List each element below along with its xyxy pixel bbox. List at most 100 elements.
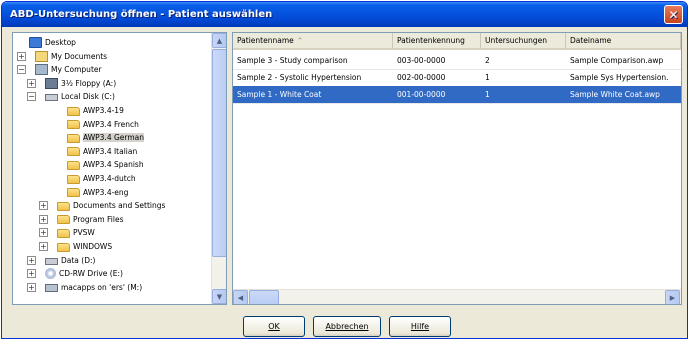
tree-item-label: Data (D:) xyxy=(61,255,96,265)
tree-expander-icon[interactable]: + xyxy=(17,51,26,61)
tree-item[interactable]: AWP3.4-dutch xyxy=(67,172,136,185)
tree-item[interactable]: macapps on 'ers' (M:) xyxy=(45,281,142,294)
tree-expander-icon[interactable]: + xyxy=(27,78,36,88)
column-header-name[interactable]: Patientenname ⌃ xyxy=(233,33,393,50)
tree-item-label: PVSW xyxy=(73,228,95,238)
table-cell-id: 003-00-0000 xyxy=(397,56,446,65)
tree-item-label: Documents and Settings xyxy=(73,201,166,211)
folder-icon xyxy=(67,120,80,130)
scroll-left-icon[interactable]: ◀ xyxy=(233,290,248,304)
tree-item-label: AWP3.4 French xyxy=(83,119,139,129)
scroll-right-icon[interactable]: ▶ xyxy=(665,290,680,304)
table-cell-file: Sample Comparison.awp xyxy=(570,56,664,65)
patient-list[interactable]: Patientenname ⌃ Patientenkennung Untersuc… xyxy=(232,32,682,305)
folder-icon xyxy=(67,174,80,184)
computer-icon xyxy=(35,64,48,76)
desktop-icon xyxy=(29,37,42,48)
tree-item[interactable]: AWP3.4 German xyxy=(67,131,145,144)
tree-item[interactable]: AWP3.4-19 xyxy=(67,104,124,117)
cd-icon xyxy=(45,268,56,280)
tree-item-label: Local Disk (C:) xyxy=(61,92,115,102)
tree-expander-icon[interactable]: + xyxy=(39,214,48,224)
tree-item[interactable]: 3½ Floppy (A:) xyxy=(45,77,116,90)
tree-item[interactable]: AWP3.4 French xyxy=(67,118,139,131)
tree-item[interactable]: Data (D:) xyxy=(45,254,95,267)
tree-item[interactable]: CD-RW Drive (E:) xyxy=(45,267,123,280)
tree-item[interactable]: Desktop xyxy=(29,36,76,49)
folder-icon xyxy=(67,106,80,116)
tree-item-label: WINDOWS xyxy=(73,242,113,251)
folder-icon xyxy=(67,147,80,157)
table-cell-id: 001-00-0000 xyxy=(397,90,446,99)
tree-expander-icon[interactable]: + xyxy=(27,282,36,292)
tree-item[interactable]: Program Files xyxy=(57,213,124,226)
cancel-button[interactable]: Abbrechen xyxy=(313,316,381,337)
table-cell-count: 1 xyxy=(485,73,490,82)
folder-icon xyxy=(67,188,80,198)
close-button[interactable]: ✕ xyxy=(664,5,683,24)
floppy-icon xyxy=(45,77,58,89)
tree-expander-icon[interactable]: + xyxy=(27,255,36,265)
scroll-down-icon[interactable]: ▼ xyxy=(212,289,226,304)
tree-item-label: 3½ Floppy (A:) xyxy=(61,78,117,88)
tree-expander-icon[interactable]: + xyxy=(39,201,48,211)
table-cell-name: Sample 1 - White Coat xyxy=(237,90,322,99)
documents-icon xyxy=(35,50,48,62)
tree-item-label: AWP3.4-dutch xyxy=(83,174,136,183)
column-header-count[interactable]: Untersuchungen xyxy=(481,33,566,50)
tree-item-label: Program Files xyxy=(73,214,124,224)
tree-item-label: My Documents xyxy=(51,51,108,61)
tree-expander-icon[interactable]: + xyxy=(27,269,36,279)
drive-icon xyxy=(45,94,58,102)
ok-button[interactable]: OK xyxy=(243,316,305,337)
vertical-scrollbar[interactable]: ▲ ▼ xyxy=(211,33,226,304)
tree-expander-icon[interactable]: + xyxy=(39,228,48,238)
tree-item[interactable]: My Computer xyxy=(35,63,102,76)
folder-icon xyxy=(57,201,70,211)
tree-item[interactable]: AWP3.4-eng xyxy=(67,186,128,199)
table-row[interactable]: Sample 2 - Systolic Hypertension 002-00-0… xyxy=(233,69,681,86)
tree-item[interactable]: PVSW xyxy=(57,226,95,239)
table-cell-id: 002-00-0000 xyxy=(397,73,446,82)
tree-item-label: My Computer xyxy=(51,65,102,75)
tree-item-label: macapps on 'ers' (M:) xyxy=(61,282,143,292)
tree-item-label: AWP3.4 German xyxy=(83,133,145,143)
column-header-id[interactable]: Patientenkennung xyxy=(393,33,481,50)
tree-item[interactable]: AWP3.4 Spanish xyxy=(67,158,144,171)
help-button[interactable]: Hilfe xyxy=(389,316,451,337)
tree-expander-icon[interactable]: − xyxy=(27,92,36,102)
network-drive-icon xyxy=(45,284,58,293)
table-cell-name: Sample 2 - Systolic Hypertension xyxy=(237,73,362,82)
dialog-window: ABD-Untersuchung öffnen - Patient auswäh… xyxy=(1,1,688,339)
column-header-file[interactable]: Dateiname xyxy=(566,33,681,50)
folder-tree[interactable]: Desktop + My Documents − My Computer +3½ Flop… xyxy=(12,32,227,305)
folder-icon xyxy=(67,133,80,143)
tree-item[interactable]: My Documents xyxy=(35,50,107,63)
table-cell-count: 2 xyxy=(485,56,490,65)
tree-expander-icon[interactable]: − xyxy=(17,65,26,75)
table-row[interactable]: Sample 3 - Study comparison 003-00-0000 2 S… xyxy=(233,52,681,69)
folder-icon xyxy=(57,215,70,225)
horizontal-scroll-thumb[interactable] xyxy=(249,290,279,304)
table-cell-file: Sample Sys Hypertension. xyxy=(570,73,669,82)
tree-item-label: AWP3.4 Spanish xyxy=(83,160,144,170)
tree-item[interactable]: AWP3.4 Italian xyxy=(67,145,137,158)
tree-item[interactable]: Local Disk (C:) xyxy=(45,90,115,103)
folder-icon xyxy=(57,242,70,252)
tree-expander-icon[interactable]: + xyxy=(39,242,48,251)
horizontal-scrollbar[interactable]: ◀ ▶ xyxy=(233,289,681,304)
folder-icon xyxy=(57,228,70,238)
folder-icon xyxy=(67,160,80,170)
tree-item[interactable]: Documents and Settings xyxy=(57,199,165,212)
scroll-up-icon[interactable]: ▲ xyxy=(212,33,226,48)
tree-item-label: Desktop xyxy=(45,38,76,47)
row-divider xyxy=(233,103,681,104)
tree-item[interactable]: WINDOWS xyxy=(57,240,112,253)
vertical-scroll-thumb[interactable] xyxy=(212,49,226,257)
tree-item-label: CD-RW Drive (E:) xyxy=(59,269,123,279)
tree-item-label: AWP3.4-eng xyxy=(83,187,129,197)
drive-icon xyxy=(45,257,58,265)
tree-item-label: AWP3.4-19 xyxy=(83,106,124,115)
table-row[interactable]: Sample 1 - White Coat 001-00-0000 1 Sample … xyxy=(233,86,681,103)
table-cell-file: Sample White Coat.awp xyxy=(570,90,660,99)
